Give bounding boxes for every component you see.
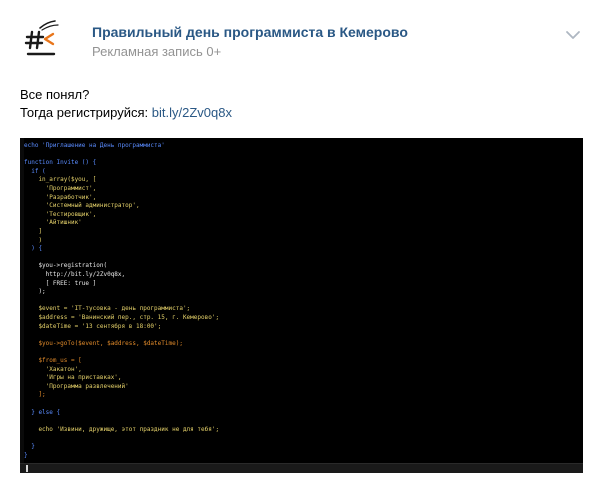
- code-line: function Invite () {: [24, 159, 97, 167]
- post-header: Правильный день программиста в Кемерово …: [20, 16, 585, 62]
- post-text-line-2: Тогда регистрируйся: bit.ly/2Zv0q8x: [20, 104, 232, 122]
- code-line: 'Системный администратор',: [24, 202, 140, 210]
- code-line: $from_us = [: [24, 357, 82, 364]
- code-line: 'Айтишник': [24, 219, 82, 227]
- code-line: 'Программист',: [24, 185, 97, 192]
- code-line: $dateTime = '13 сентября в 18:00';: [24, 322, 162, 330]
- code-line: 'Программа развлечений': [24, 382, 129, 390]
- code-line: in_array($you, [: [24, 176, 97, 184]
- code-line: 'Игры на приставках',: [24, 374, 122, 382]
- post-text-line-2-prefix: Тогда регистрируйся:: [20, 105, 152, 120]
- code-line: $event = 'IT-тусовка - день программиста…: [24, 305, 191, 313]
- code-line: );: [24, 288, 46, 296]
- code-line: $you->goTo($event, $address, $dateTime);: [24, 339, 183, 347]
- code-line: ];: [24, 391, 46, 399]
- code-line: 'Разработчик',: [24, 193, 97, 201]
- code-line: ) {: [24, 245, 43, 253]
- hash-arrow-logo-icon: [24, 20, 59, 56]
- text-cursor: [26, 465, 28, 472]
- code-line: echo 'Приглашение на День программиста': [24, 142, 165, 149]
- code-line: }: [24, 443, 35, 450]
- code-status-bar: [20, 463, 583, 473]
- group-avatar[interactable]: [20, 16, 66, 62]
- group-name[interactable]: Правильный день программиста в Кемерово: [92, 24, 408, 40]
- code-line: 'Хакатон',: [24, 365, 82, 373]
- code-line: ]: [24, 228, 43, 235]
- post-text-line-1: Все понял?: [20, 87, 90, 102]
- registration-link[interactable]: bit.ly/2Zv0q8x: [152, 105, 232, 120]
- ad-label: Рекламная запись 0+: [92, 44, 222, 59]
- code-line: [ FREE: true ]: [24, 279, 97, 287]
- code-line: if (: [24, 167, 46, 175]
- code-line: $address = 'Ванинский пер., стр. 15, г. …: [24, 314, 220, 321]
- code-line: }: [24, 451, 28, 459]
- post-menu-button[interactable]: [565, 28, 581, 40]
- code-line: ): [24, 236, 43, 244]
- chevron-down-icon: [566, 31, 580, 39]
- code-screenshot-image[interactable]: echo 'Приглашение на День программиста' f…: [20, 138, 583, 473]
- code-line: 'Тестировщик',: [24, 210, 97, 218]
- post-text: Все понял? Тогда регистрируйся: bit.ly/2…: [20, 86, 232, 122]
- code-line: $you->registration(: [24, 262, 108, 270]
- code-line: } else {: [24, 408, 61, 416]
- code-line: echo 'Извини, дружище, этот праздник не …: [24, 425, 220, 433]
- code-line: http://bit.ly/2Zv0q8x,: [24, 271, 126, 278]
